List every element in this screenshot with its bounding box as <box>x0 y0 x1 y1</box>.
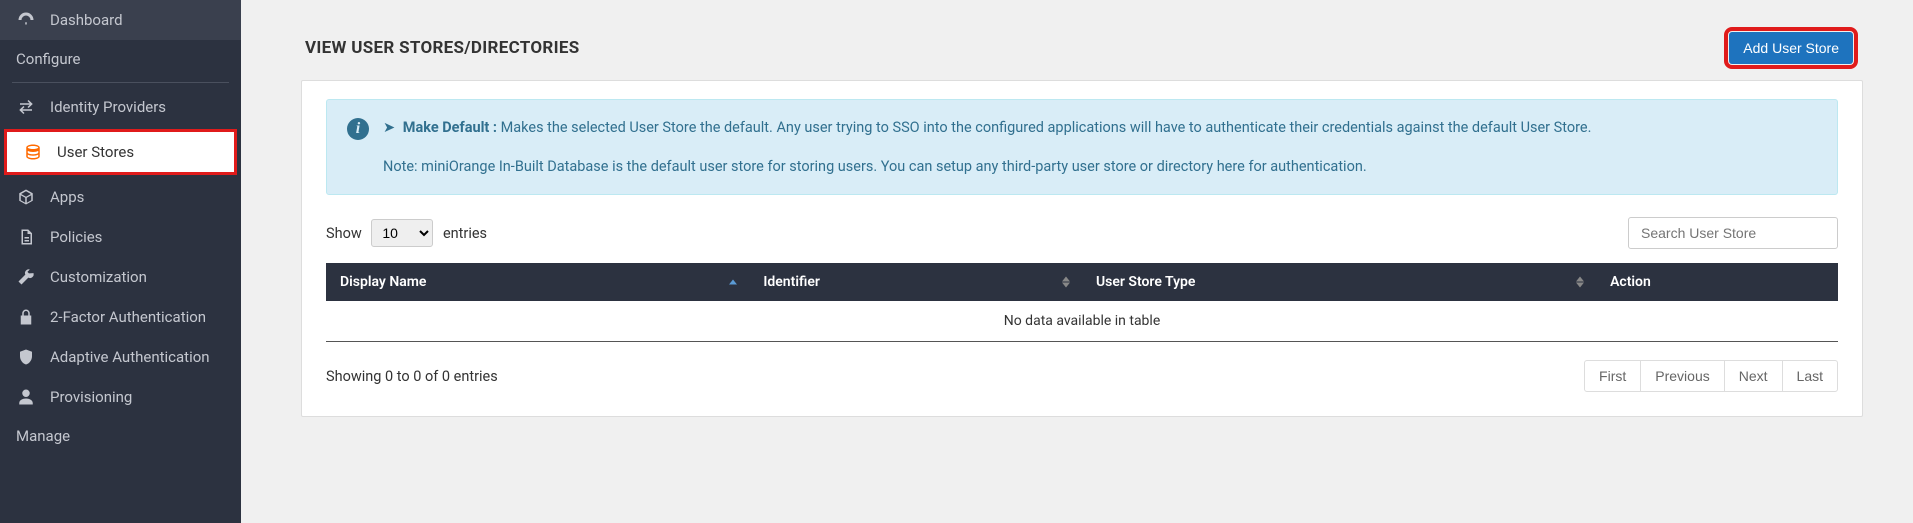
info-body: Makes the selected User Store the defaul… <box>501 119 1592 136</box>
entries-label: entries <box>443 225 487 242</box>
no-data-message: No data available in table <box>326 301 1838 342</box>
info-callout: i ➤ Make Default : Makes the selected Us… <box>326 99 1838 195</box>
info-heading: Make Default : <box>403 119 497 136</box>
divider <box>12 82 229 83</box>
sidebar-item-label: Dashboard <box>50 11 123 29</box>
user-stores-table: Display Name Identifier User Store Type <box>326 263 1838 342</box>
database-icon <box>23 142 43 162</box>
cursor-icon: ➤ <box>383 119 395 136</box>
sidebar-item-apps[interactable]: Apps <box>0 177 241 217</box>
sidebar-item-identity-providers[interactable]: Identity Providers <box>0 87 241 127</box>
sidebar-item-adaptive-auth[interactable]: Adaptive Authentication <box>0 337 241 377</box>
info-icon: i <box>347 118 369 140</box>
pagination: First Previous Next Last <box>1585 360 1838 392</box>
sidebar-item-user-stores[interactable]: User Stores <box>4 129 237 175</box>
sort-icon <box>1576 277 1584 288</box>
sidebar-section-configure: Configure <box>0 40 241 78</box>
header-bar: VIEW USER STORES/DIRECTORIES Add User St… <box>301 18 1863 80</box>
table-controls: Show 10 entries <box>326 217 1838 249</box>
search-input[interactable] <box>1628 217 1838 249</box>
lock-icon <box>16 307 36 327</box>
sidebar-item-label: Customization <box>50 268 147 286</box>
col-identifier[interactable]: Identifier <box>749 263 1082 301</box>
sidebar: Dashboard Configure Identity Providers U… <box>0 0 241 523</box>
wrench-icon <box>16 267 36 287</box>
info-text: ➤ Make Default : Makes the selected User… <box>383 116 1591 178</box>
page-title: VIEW USER STORES/DIRECTORIES <box>305 38 579 58</box>
dashboard-icon <box>16 10 36 30</box>
entries-select[interactable]: 10 <box>371 219 433 247</box>
page-next-button[interactable]: Next <box>1724 360 1783 392</box>
sidebar-item-dashboard[interactable]: Dashboard <box>0 0 241 40</box>
sidebar-item-label: User Stores <box>57 143 134 161</box>
sort-icon <box>1062 277 1070 288</box>
table-empty-row: No data available in table <box>326 301 1838 342</box>
page-first-button[interactable]: First <box>1584 360 1641 392</box>
sidebar-item-provisioning[interactable]: Provisioning <box>0 377 241 417</box>
sidebar-section-manage: Manage <box>0 417 241 455</box>
sidebar-item-label: Apps <box>50 188 84 206</box>
entries-control: Show 10 entries <box>326 219 487 247</box>
document-icon <box>16 227 36 247</box>
page-last-button[interactable]: Last <box>1782 360 1838 392</box>
sidebar-item-2fa[interactable]: 2-Factor Authentication <box>0 297 241 337</box>
table-footer: Showing 0 to 0 of 0 entries First Previo… <box>326 360 1838 392</box>
add-user-store-button[interactable]: Add User Store <box>1729 32 1853 64</box>
swap-icon <box>16 97 36 117</box>
content-card: i ➤ Make Default : Makes the selected Us… <box>301 80 1863 417</box>
show-label: Show <box>326 225 362 242</box>
sort-asc-icon <box>729 280 737 285</box>
sidebar-item-policies[interactable]: Policies <box>0 217 241 257</box>
shield-icon <box>16 347 36 367</box>
sidebar-item-label: Provisioning <box>50 388 132 406</box>
sidebar-item-label: 2-Factor Authentication <box>50 308 206 326</box>
sidebar-item-label: Identity Providers <box>50 98 166 116</box>
cube-icon <box>16 187 36 207</box>
main-content: VIEW USER STORES/DIRECTORIES Add User St… <box>241 0 1913 523</box>
user-icon <box>16 387 36 407</box>
info-note: Note: miniOrange In-Built Database is th… <box>383 155 1591 178</box>
sidebar-item-customization[interactable]: Customization <box>0 257 241 297</box>
sidebar-item-label: Policies <box>50 228 102 246</box>
col-user-store-type[interactable]: User Store Type <box>1082 263 1596 301</box>
sidebar-item-label: Adaptive Authentication <box>50 348 210 366</box>
page-prev-button[interactable]: Previous <box>1640 360 1724 392</box>
showing-text: Showing 0 to 0 of 0 entries <box>326 368 498 385</box>
col-display-name[interactable]: Display Name <box>326 263 749 301</box>
col-action: Action <box>1596 263 1838 301</box>
